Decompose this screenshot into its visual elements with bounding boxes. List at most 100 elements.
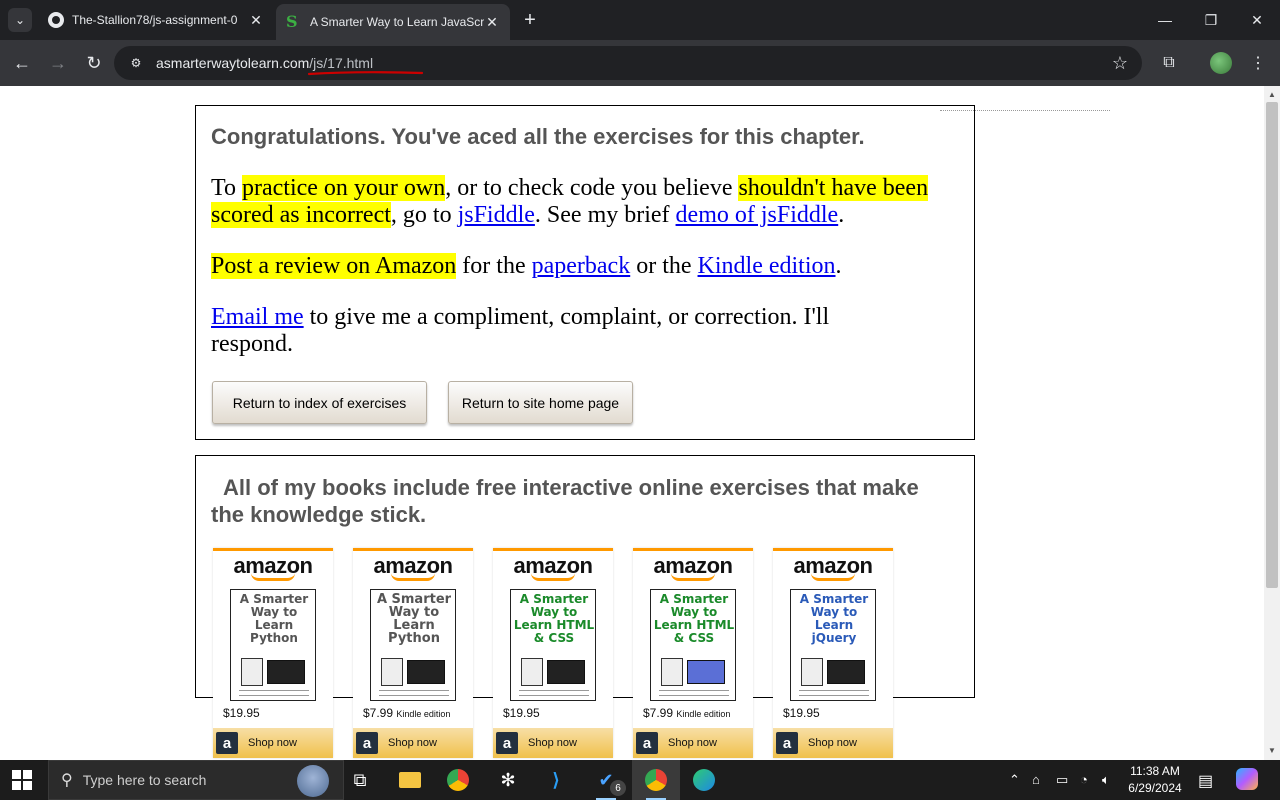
back-button[interactable]: ← — [8, 49, 36, 77]
amazon-ad-jquery-paperback[interactable]: amazon A Smarter Way to Learn jQuery $19… — [773, 548, 893, 758]
chrome-active-icon[interactable] — [632, 760, 680, 800]
amazon-smile-icon — [671, 573, 715, 581]
price-value: $19.95 — [223, 706, 260, 720]
file-explorer-icon[interactable] — [386, 760, 434, 800]
scroll-up-icon[interactable]: ▲ — [1264, 88, 1280, 102]
amazon-a-icon: a — [636, 732, 658, 754]
github-icon — [48, 12, 64, 28]
scrollbar-thumb[interactable] — [1266, 102, 1278, 588]
close-window-button[interactable]: ✕ — [1234, 0, 1280, 40]
site-info-icon[interactable]: ⚙ — [126, 53, 146, 73]
close-icon[interactable]: ✕ — [248, 12, 264, 29]
text: or the — [630, 253, 698, 279]
task-view-icon[interactable]: ⧉ — [336, 760, 384, 800]
scroll-down-icon[interactable]: ▼ — [1264, 744, 1280, 758]
tablet-icon — [801, 658, 823, 686]
amazon-smile-icon — [391, 573, 435, 581]
tab-title: A Smarter Way to Learn JavaScr — [310, 15, 484, 29]
tab-github[interactable]: The-Stallion78/js-assignment-0 ✕ — [38, 4, 274, 36]
taskbar-clock[interactable]: 11:38 AM 6/29/2024 — [1120, 763, 1190, 797]
page-viewport: Congratulations. You've aced all the exe… — [0, 86, 1264, 760]
close-icon[interactable]: ✕ — [484, 14, 500, 31]
volume-icon[interactable]: 🔈︎ — [1102, 772, 1110, 788]
new-tab-button[interactable]: + — [518, 8, 542, 32]
review-paragraph: Post a review on Amazon for the paperbac… — [211, 253, 961, 280]
text: , or to check code you believe — [445, 175, 739, 201]
start-button[interactable] — [12, 770, 32, 790]
tab-smarter-way[interactable]: S A Smarter Way to Learn JavaScr ✕ — [276, 4, 510, 40]
shop-now-button[interactable]: a Shop now — [353, 728, 473, 758]
paperback-link[interactable]: paperback — [532, 253, 631, 279]
restore-button[interactable]: ❐ — [1188, 0, 1234, 40]
book-cover: A Smarter Way to Learn Python — [230, 589, 316, 701]
notifications-icon[interactable]: ▤ — [1198, 771, 1213, 791]
kindle-edition-link[interactable]: Kindle edition — [698, 253, 836, 279]
shop-now-label: Shop now — [528, 737, 577, 749]
book-title: A Smarter Way to Learn HTML & CSS — [513, 592, 595, 645]
windows-taskbar: ⚲ Type here to search ⧉ ✻ ⟩ ✔ 6 ⌃ ⌂ ▭ ◔ 🔈… — [0, 760, 1280, 800]
return-to-home-button[interactable]: Return to site home page — [448, 381, 633, 424]
taskbar-search[interactable]: ⚲ Type here to search — [48, 760, 344, 800]
edition-label: Kindle edition — [676, 709, 731, 719]
return-to-index-button[interactable]: Return to index of exercises — [212, 381, 427, 424]
laptop-icon — [687, 660, 725, 684]
reload-button[interactable]: ↻ — [80, 49, 108, 77]
todo-icon[interactable]: ✔ 6 — [582, 760, 630, 800]
edge-icon[interactable] — [680, 760, 728, 800]
book-title: A Smarter Way to Learn HTML & CSS — [653, 592, 735, 645]
address-bar[interactable]: ⚙ asmarterwaytolearn.com/js/17.html ☆ — [114, 46, 1142, 80]
amazon-a-icon: a — [776, 732, 798, 754]
cover-lines — [519, 690, 589, 696]
shop-now-button[interactable]: a Shop now — [773, 728, 893, 758]
book-cover: A Smarter Way to Learn Python — [370, 589, 456, 701]
search-highlight-icon — [297, 765, 329, 797]
url-text[interactable]: asmarterwaytolearn.com/js/17.html — [156, 55, 373, 71]
chevron-down-icon: ⌄ — [14, 13, 26, 27]
price: $7.99 Kindle edition — [363, 706, 450, 720]
chrome-icon[interactable] — [434, 760, 482, 800]
copilot-icon[interactable] — [1236, 768, 1258, 790]
email-me-link[interactable]: Email me — [211, 304, 304, 330]
amazon-ad-html-css-paperback[interactable]: amazon A Smarter Way to Learn HTML & CSS… — [493, 548, 613, 758]
amazon-ad-python-paperback[interactable]: amazon A Smarter Way to Learn Python $19… — [213, 548, 333, 758]
todo-badge: 6 — [610, 780, 626, 796]
vertical-scrollbar[interactable]: ▲ ▼ — [1264, 86, 1280, 760]
demo-jsfiddle-link[interactable]: demo of jsFiddle — [676, 202, 839, 228]
text: , go to — [390, 202, 458, 228]
profile-avatar[interactable] — [1210, 52, 1232, 74]
bookmark-star-icon[interactable]: ☆ — [1112, 53, 1128, 74]
vscode-icon[interactable]: ⟩ — [532, 760, 580, 800]
amazon-ad-python-kindle[interactable]: amazon A Smarter Way to Learn Python $7.… — [353, 548, 473, 758]
chatgpt-icon[interactable]: ✻ — [484, 760, 532, 800]
amazon-ad-html-css-kindle[interactable]: amazon A Smarter Way to Learn HTML & CSS… — [633, 548, 753, 758]
meet-now-icon[interactable]: ⌂ — [1032, 772, 1040, 787]
shop-now-button[interactable]: a Shop now — [213, 728, 333, 758]
text: . See my brief — [534, 202, 676, 228]
laptop-icon — [407, 660, 445, 684]
text: for the — [456, 253, 532, 279]
forward-button[interactable]: → — [44, 49, 72, 77]
clock-time: 11:38 AM — [1130, 764, 1180, 778]
show-hidden-icons[interactable]: ⌃ — [1009, 772, 1020, 788]
tab-search-button[interactable]: ⌄ — [8, 8, 32, 32]
tablet-icon — [661, 658, 683, 686]
text: to give me a compliment, complaint, or c… — [211, 304, 830, 357]
text: To — [211, 175, 242, 201]
text: . — [838, 202, 845, 228]
amazon-smile-icon — [811, 573, 855, 581]
extensions-icon[interactable]: ⧉ — [1158, 52, 1180, 74]
price-value: $19.95 — [503, 706, 540, 720]
edition-label: Kindle edition — [396, 709, 451, 719]
menu-icon[interactable]: ⋮ — [1247, 52, 1269, 74]
jsfiddle-link[interactable]: jsFiddle — [458, 202, 535, 228]
shop-now-button[interactable]: a Shop now — [493, 728, 613, 758]
url-host: asmarterwaytolearn.com — [156, 55, 310, 71]
search-placeholder: Type here to search — [82, 772, 207, 788]
wifi-icon[interactable]: ◔ — [1080, 772, 1088, 787]
minimize-button[interactable]: — — [1142, 0, 1188, 40]
amazon-a-icon: a — [356, 732, 378, 754]
tablet-icon — [241, 658, 263, 686]
shop-now-button[interactable]: a Shop now — [633, 728, 753, 758]
battery-icon[interactable]: ▭ — [1056, 772, 1068, 788]
laptop-icon — [827, 660, 865, 684]
